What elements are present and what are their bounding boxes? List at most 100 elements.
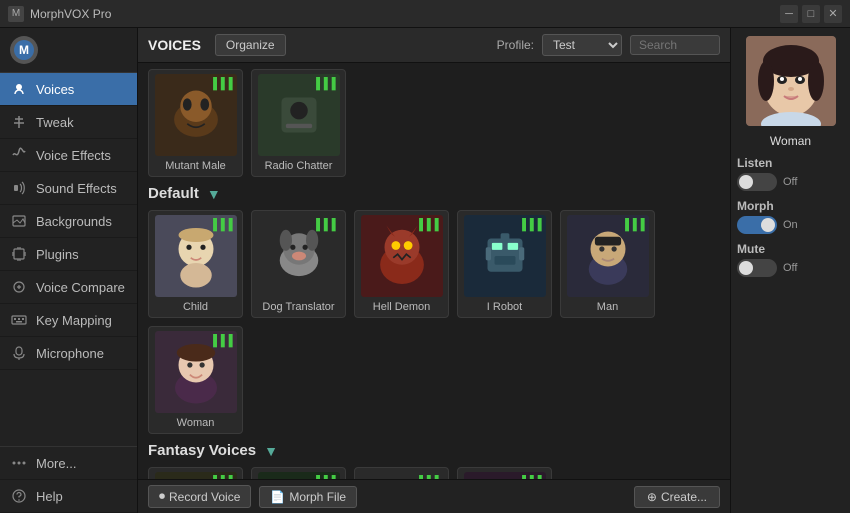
profile-select[interactable]: Test bbox=[542, 34, 622, 56]
mute-toggle[interactable]: Off bbox=[737, 259, 844, 277]
voice-card-woman[interactable]: ▐▐▐ Woman bbox=[148, 326, 243, 434]
titlebar: M MorphVOX Pro ─ □ ✕ bbox=[0, 0, 850, 28]
voices-container[interactable]: ▐▐▐ Mutant Male ▐▐▐ bbox=[138, 63, 730, 479]
section-fantasy-header: Fantasy Voices ▼ bbox=[148, 442, 720, 459]
record-voice-button[interactable]: ⏺ Record Voice bbox=[148, 485, 251, 508]
main-container: M Voices Tweak Voice bbox=[0, 28, 850, 513]
help-label: Help bbox=[36, 489, 63, 504]
morph-thumb bbox=[761, 218, 775, 232]
toolbar: VOICES Organize Profile: Test bbox=[138, 28, 730, 63]
voice-card-child[interactable]: ▐▐▐ Child bbox=[148, 210, 243, 318]
nasty-gnome-thumb: ▐▐▐ bbox=[464, 472, 546, 479]
sidebar-item-voice-compare[interactable]: Voice Compare bbox=[0, 271, 137, 304]
voices-title: VOICES bbox=[148, 37, 201, 53]
search-input[interactable] bbox=[630, 35, 720, 55]
voice-compare-label: Voice Compare bbox=[36, 280, 125, 295]
selected-voice-avatar bbox=[746, 36, 836, 126]
voices-icon bbox=[10, 80, 28, 98]
sidebar-item-help[interactable]: Help bbox=[0, 480, 137, 513]
sound-effects-label: Sound Effects bbox=[36, 181, 117, 196]
minimize-button[interactable]: ─ bbox=[780, 5, 798, 23]
signal-icon: ▐▐▐ bbox=[415, 476, 438, 479]
sidebar-item-sound-effects[interactable]: Sound Effects bbox=[0, 172, 137, 205]
voice-card-radio-chatter[interactable]: ▐▐▐ Radio Chatter bbox=[251, 69, 346, 177]
fantasy-voices-grid: ▐▐▐ Dwarf ▐▐▐ bbox=[148, 467, 720, 479]
radio-chatter-thumb: ▐▐▐ bbox=[258, 74, 340, 156]
section-fantasy-title: Fantasy Voices bbox=[148, 442, 256, 459]
listen-thumb bbox=[739, 175, 753, 189]
mute-toggle-row: Mute Off bbox=[737, 242, 844, 277]
hell-demon-thumb: ▐▐▐ bbox=[361, 215, 443, 297]
voice-card-i-robot[interactable]: ▐▐▐ I Robot bbox=[457, 210, 552, 318]
sidebar-item-voices[interactable]: Voices bbox=[0, 73, 137, 106]
sidebar-logo: M bbox=[0, 28, 137, 73]
sidebar-item-tweak[interactable]: Tweak bbox=[0, 106, 137, 139]
signal-icon: ▐▐▐ bbox=[312, 219, 335, 231]
child-thumb: ▐▐▐ bbox=[155, 215, 237, 297]
sidebar-item-voice-effects[interactable]: Voice Effects bbox=[0, 139, 137, 172]
i-robot-name: I Robot bbox=[462, 301, 547, 313]
sidebar-item-plugins[interactable]: Plugins bbox=[0, 238, 137, 271]
more-icon bbox=[10, 454, 28, 472]
backgrounds-icon bbox=[10, 212, 28, 230]
content-area: VOICES Organize Profile: Test ▐▐▐ bbox=[138, 28, 730, 513]
sidebar-item-microphone[interactable]: Microphone bbox=[0, 337, 137, 370]
giant-thumb: ▐▐▐ bbox=[361, 472, 443, 479]
voice-compare-icon bbox=[10, 278, 28, 296]
profile-label: Profile: bbox=[497, 38, 534, 52]
voice-card-man[interactable]: ▐▐▐ Man bbox=[560, 210, 655, 318]
voice-card-giant[interactable]: ▐▐▐ Giant bbox=[354, 467, 449, 479]
listen-state: Off bbox=[783, 176, 797, 188]
mute-label: Mute bbox=[737, 242, 844, 256]
help-icon bbox=[10, 487, 28, 505]
sound-effects-icon bbox=[10, 179, 28, 197]
listen-toggle[interactable]: Off bbox=[737, 173, 844, 191]
svg-text:M: M bbox=[19, 43, 29, 57]
plugins-icon bbox=[10, 245, 28, 263]
backgrounds-label: Backgrounds bbox=[36, 214, 112, 229]
bottom-bar: ⏺ Record Voice 📄 Morph File ⊕ Create... bbox=[138, 479, 730, 513]
dog-translator-thumb: ▐▐▐ bbox=[258, 215, 340, 297]
organize-button[interactable]: Organize bbox=[215, 34, 286, 56]
morph-track[interactable] bbox=[737, 216, 777, 234]
selected-voice-name: Woman bbox=[770, 134, 811, 148]
record-icon: ⏺ bbox=[159, 489, 165, 504]
default-chevron-icon: ▼ bbox=[207, 186, 221, 202]
voice-card-dog-translator[interactable]: ▐▐▐ Dog Translator bbox=[251, 210, 346, 318]
voice-card-dwarf[interactable]: ▐▐▐ Dwarf bbox=[148, 467, 243, 479]
create-button[interactable]: ⊕ Create... bbox=[634, 486, 720, 508]
more-label: More... bbox=[36, 456, 76, 471]
voice-card-female-pixie[interactable]: ▐▐▐ Female Pixie bbox=[251, 467, 346, 479]
signal-icon: ▐▐▐ bbox=[518, 476, 541, 479]
signal-icon: ▐▐▐ bbox=[209, 219, 232, 231]
sidebar-item-key-mapping[interactable]: Key Mapping bbox=[0, 304, 137, 337]
signal-icon: ▐▐▐ bbox=[312, 78, 335, 90]
close-button[interactable]: ✕ bbox=[824, 5, 842, 23]
voice-card-nasty-gnome[interactable]: ▐▐▐ Nasty Gnome bbox=[457, 467, 552, 479]
morph-toggle[interactable]: On bbox=[737, 216, 844, 234]
mute-state: Off bbox=[783, 262, 797, 274]
dog-translator-name: Dog Translator bbox=[256, 301, 341, 313]
mutant-male-name: Mutant Male bbox=[153, 160, 238, 172]
logo-icon: M bbox=[10, 36, 38, 64]
maximize-button[interactable]: □ bbox=[802, 5, 820, 23]
sidebar-item-backgrounds[interactable]: Backgrounds bbox=[0, 205, 137, 238]
signal-icon: ▐▐▐ bbox=[518, 219, 541, 231]
morph-file-icon: 📄 bbox=[270, 490, 285, 504]
mute-thumb bbox=[739, 261, 753, 275]
voice-card-hell-demon[interactable]: ▐▐▐ Hell Demon bbox=[354, 210, 449, 318]
female-pixie-thumb: ▐▐▐ bbox=[258, 472, 340, 479]
voice-card-mutant-male[interactable]: ▐▐▐ Mutant Male bbox=[148, 69, 243, 177]
right-panel: Woman Listen Off Morph On bbox=[730, 28, 850, 513]
app-title: MorphVOX Pro bbox=[30, 7, 774, 21]
morph-file-button[interactable]: 📄 Morph File bbox=[259, 486, 357, 508]
listen-track[interactable] bbox=[737, 173, 777, 191]
fantasy-chevron-icon: ▼ bbox=[264, 443, 278, 459]
man-thumb: ▐▐▐ bbox=[567, 215, 649, 297]
sidebar-item-more[interactable]: More... bbox=[0, 447, 137, 480]
create-icon: ⊕ bbox=[647, 490, 657, 504]
signal-icon: ▐▐▐ bbox=[209, 335, 232, 347]
child-name: Child bbox=[153, 301, 238, 313]
key-mapping-icon bbox=[10, 311, 28, 329]
mute-track[interactable] bbox=[737, 259, 777, 277]
